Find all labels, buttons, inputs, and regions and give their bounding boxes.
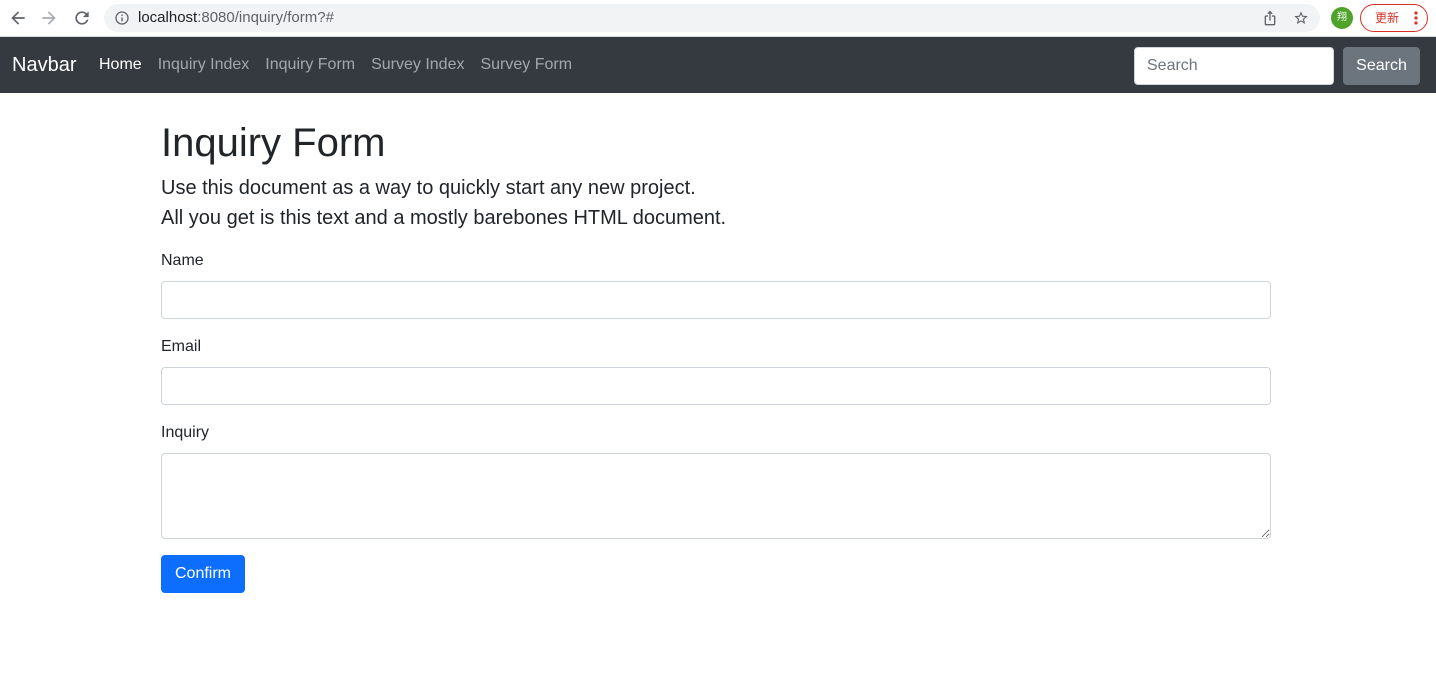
- back-button[interactable]: [8, 8, 28, 28]
- reload-button[interactable]: [72, 8, 92, 28]
- page-title: Inquiry Form: [161, 121, 386, 165]
- nav-link-inquiry-index[interactable]: Inquiry Index: [150, 53, 258, 77]
- nav-link-survey-form[interactable]: Survey Form: [472, 53, 580, 77]
- name-input[interactable]: [161, 281, 1271, 319]
- share-icon[interactable]: [1262, 10, 1278, 26]
- inquiry-group: Inquiry: [161, 421, 1271, 539]
- inquiry-form: Name Email Inquiry Confirm: [161, 249, 1271, 593]
- navbar-brand[interactable]: Navbar: [12, 37, 76, 93]
- main-container: Inquiry Form Use this document as a way …: [161, 93, 1271, 593]
- nav-links: Home Inquiry Index Inquiry Form Survey I…: [91, 37, 580, 93]
- nav-link-home[interactable]: Home: [91, 53, 150, 77]
- reload-icon: [75, 11, 89, 25]
- navbar-search-button[interactable]: Search: [1343, 47, 1420, 85]
- email-input[interactable]: [161, 367, 1271, 405]
- navbar: Navbar Home Inquiry Index Inquiry Form S…: [0, 37, 1436, 93]
- url-path: :8080/inquiry/form?#: [197, 9, 334, 26]
- arrow-right-icon: [42, 11, 56, 25]
- nav-link-survey-index[interactable]: Survey Index: [363, 53, 472, 77]
- info-icon[interactable]: [114, 10, 130, 26]
- profile-avatar[interactable]: 翔: [1331, 7, 1353, 29]
- address-bar[interactable]: localhost:8080/inquiry/form?#: [104, 4, 1320, 32]
- update-label: 更新: [1375, 11, 1400, 25]
- arrow-left-icon: [11, 11, 25, 25]
- forward-button[interactable]: [39, 8, 59, 28]
- star-icon[interactable]: [1293, 10, 1309, 26]
- navbar-search-input[interactable]: [1134, 47, 1334, 85]
- confirm-button[interactable]: Confirm: [161, 555, 245, 593]
- browser-toolbar: localhost:8080/inquiry/form?# 翔 更新: [0, 0, 1436, 37]
- email-label: Email: [161, 338, 202, 355]
- lead-text: Use this document as a way to quickly st…: [161, 173, 1271, 233]
- name-group: Name: [161, 249, 1271, 319]
- inquiry-label: Inquiry: [161, 424, 210, 441]
- address-url[interactable]: localhost:8080/inquiry/form?#: [138, 4, 334, 32]
- email-group: Email: [161, 335, 1271, 405]
- nav-link-inquiry-form[interactable]: Inquiry Form: [257, 53, 363, 77]
- update-button[interactable]: 更新: [1360, 4, 1428, 32]
- lead-line-2: All you get is this text and a mostly ba…: [161, 207, 727, 229]
- url-host: localhost: [138, 9, 198, 26]
- name-label: Name: [161, 252, 204, 269]
- lead-line-1: Use this document as a way to quickly st…: [161, 177, 696, 199]
- inquiry-textarea[interactable]: [161, 453, 1271, 539]
- kebab-menu-icon: [1414, 11, 1418, 25]
